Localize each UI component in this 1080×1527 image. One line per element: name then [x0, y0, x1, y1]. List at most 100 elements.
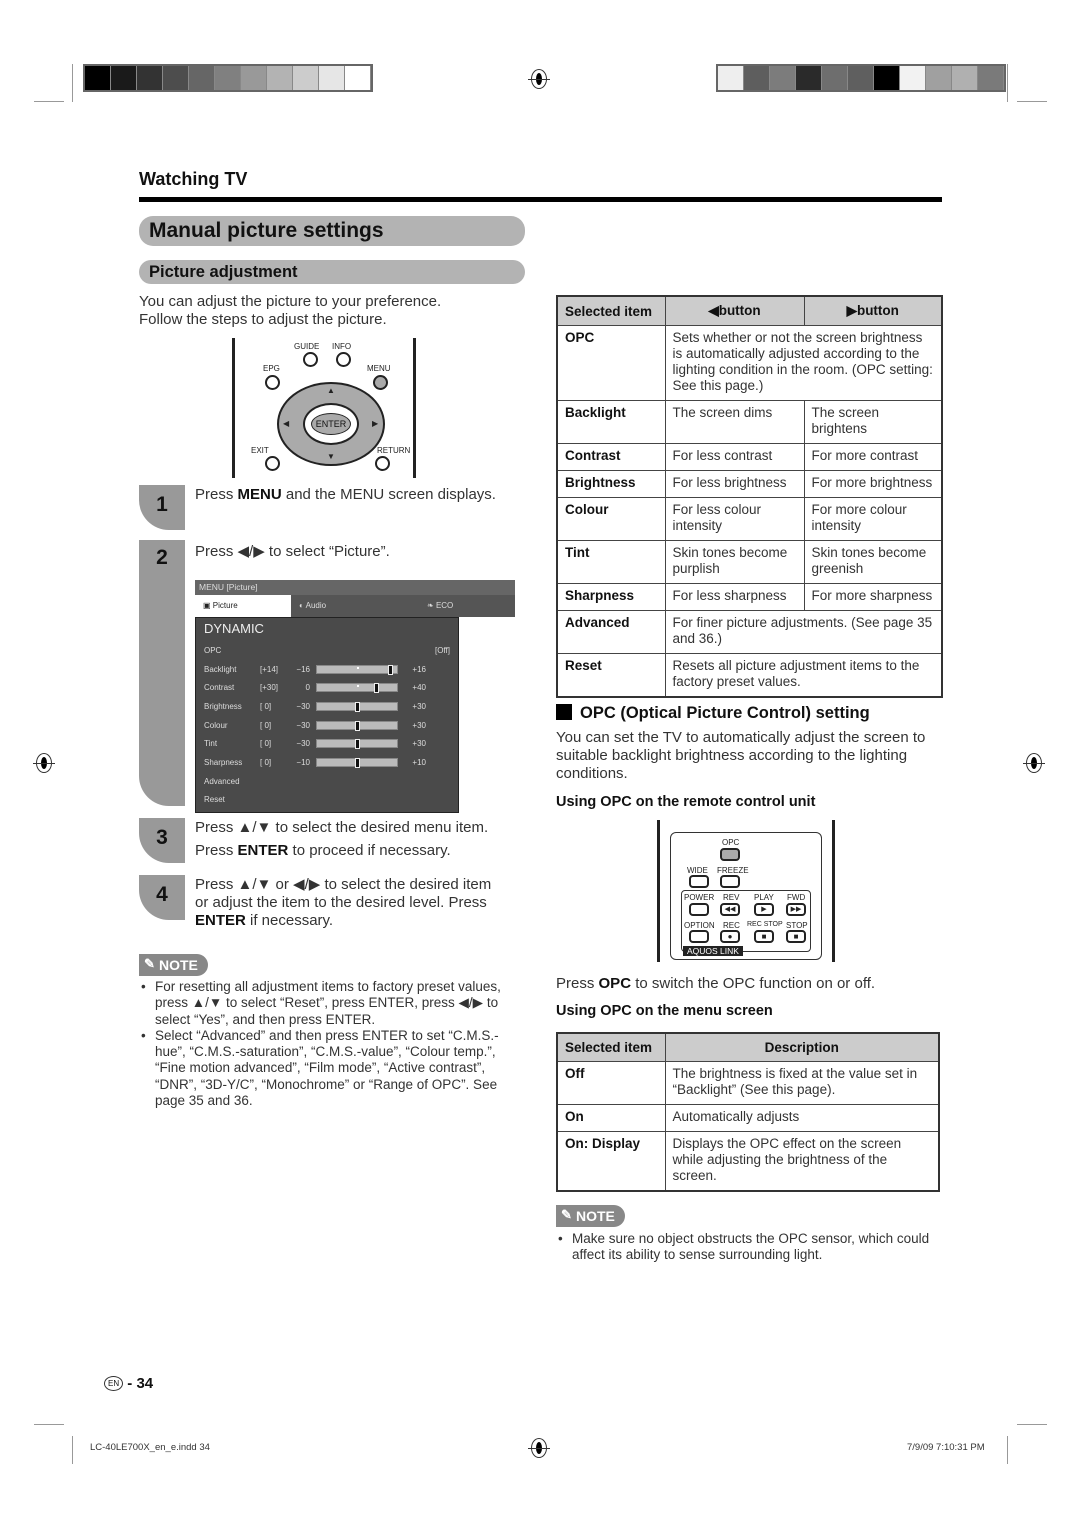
- aquos-link-label: AQUOS LINK: [683, 946, 743, 956]
- slider-max: +30: [412, 701, 426, 711]
- rewind-icon: ◀◀: [720, 903, 740, 916]
- color-swatch: [822, 66, 848, 90]
- tab-audio[interactable]: ◐ Audio: [291, 595, 387, 617]
- slider-track[interactable]: [316, 757, 398, 768]
- color-swatch: [952, 66, 978, 90]
- slider-track[interactable]: [316, 720, 398, 731]
- slider-label: Colour: [204, 720, 228, 730]
- slider-knob[interactable]: [355, 757, 360, 768]
- right-button-cell: Skin tones become greenish: [803, 540, 943, 584]
- menu-item-contrast[interactable]: Contrast [+30] 0 +40: [204, 678, 450, 697]
- menu-item-reset[interactable]: Reset: [204, 791, 450, 810]
- exit-label: EXIT: [251, 446, 269, 455]
- slider-min: −30: [296, 720, 310, 730]
- remote-illustration-opc: OPC WIDE FREEZE POWER REV PLAY FWD ◀◀ ▶ …: [657, 820, 835, 962]
- step-badge: 4: [139, 875, 185, 920]
- slider-current: [ 0]: [260, 739, 272, 749]
- column-header: ◀button: [664, 295, 805, 326]
- menu-item-backlight[interactable]: Backlight [+14] −16 +16: [204, 660, 450, 679]
- menu-item-opc[interactable]: OPC [Off]: [204, 641, 450, 660]
- info-button: [336, 352, 351, 367]
- step-badge: 3: [139, 818, 185, 863]
- slider-max: +10: [412, 757, 426, 767]
- crop-mark: [1007, 64, 1008, 102]
- color-swatch: [848, 66, 874, 90]
- slider-min: −10: [296, 757, 310, 767]
- color-swatch: [874, 66, 900, 90]
- column-header: ▶button: [803, 295, 943, 326]
- tab-picture[interactable]: ▣ Picture: [195, 595, 291, 617]
- slider-max: +16: [412, 664, 426, 674]
- remote-heading: Using OPC on the remote control unit: [556, 794, 816, 810]
- slider-current: [ 0]: [260, 757, 272, 767]
- step-4-line-2: or adjust the item to the desired level.…: [195, 894, 487, 911]
- slider-track[interactable]: [316, 739, 398, 750]
- slider-knob[interactable]: [355, 739, 360, 750]
- item-cell: Colour: [556, 497, 666, 541]
- menu-breadcrumb: MENU [Picture]: [195, 580, 515, 595]
- table-row: On Automatically adjusts: [556, 1104, 940, 1132]
- slider-knob[interactable]: [355, 701, 360, 712]
- step-4-line-3: ENTER if necessary.: [195, 912, 334, 929]
- audio-icon: ◐: [299, 601, 306, 610]
- right-button-cell: For more sharpness: [803, 583, 943, 611]
- step-1-text: Press MENU and the MENU screen displays.: [195, 486, 496, 503]
- menu-item-advanced[interactable]: Advanced: [204, 772, 450, 791]
- tab-eco[interactable]: ❧ ECO: [387, 595, 515, 617]
- registration-mark-icon: [33, 753, 55, 773]
- return-button: [375, 456, 390, 471]
- epg-label: EPG: [263, 364, 280, 373]
- item-cell: Backlight: [556, 400, 666, 444]
- slider-current: [ 0]: [260, 701, 272, 711]
- left-button-cell: For less contrast: [664, 443, 805, 471]
- menu-item-sharpness[interactable]: Sharpness [ 0] −10 +10: [204, 753, 450, 772]
- slider-track[interactable]: [316, 701, 398, 712]
- step-3-line-2: Press ENTER to proceed if necessary.: [195, 842, 451, 859]
- language-badge: EN: [104, 1376, 124, 1391]
- crop-mark: [72, 64, 73, 102]
- footer-filename: LC-40LE700X_en_e.indd 34: [90, 1442, 210, 1453]
- color-swatch: [978, 66, 1004, 90]
- description-cell: Sets whether or not the screen brightnes…: [664, 325, 943, 401]
- page-number: EN - 34: [104, 1375, 153, 1392]
- return-label: RETURN: [377, 446, 411, 455]
- color-swatch: [926, 66, 952, 90]
- stop-label: STOP: [786, 921, 808, 930]
- menu-label: MENU: [367, 364, 391, 373]
- color-swatch: [293, 66, 319, 90]
- table-row: Off The brightness is fixed at the value …: [556, 1061, 940, 1105]
- color-swatch: [718, 66, 744, 90]
- slider-knob[interactable]: [388, 664, 394, 675]
- intro-line-2: Follow the steps to adjust the picture.: [139, 311, 387, 328]
- slider-track[interactable]: [316, 683, 398, 694]
- rec-label: REC: [723, 921, 740, 930]
- menu-item-tint[interactable]: Tint [ 0] −30 +30: [204, 734, 450, 753]
- slider-label: Brightness: [204, 701, 242, 711]
- table-row: On: Display Displays the OPC effect on th…: [556, 1131, 940, 1192]
- section-header: Watching TV: [139, 169, 248, 189]
- step-2-text: Press ◀/▶ to select “Picture”.: [195, 543, 390, 560]
- menu-item-colour[interactable]: Colour [ 0] −30 +30: [204, 716, 450, 735]
- item-cell: Tint: [556, 540, 666, 584]
- footer-timestamp: 7/9/09 7:10:31 PM: [907, 1442, 985, 1453]
- menu-item-brightness[interactable]: Brightness [ 0] −30 +30: [204, 697, 450, 716]
- slider-track[interactable]: [316, 664, 398, 675]
- fwd-label: FWD: [787, 893, 806, 902]
- opc-section-title: OPC (Optical Picture Control) setting: [556, 704, 870, 723]
- opc-button: [720, 848, 740, 861]
- note-badge: NOTE: [139, 954, 208, 976]
- remote-illustration-top: GUIDE INFO EPG MENU ENTER ▲ ▼ ◀ ▶ EXIT R…: [232, 338, 416, 478]
- item-cell: Advanced: [556, 610, 666, 654]
- slider-knob[interactable]: [355, 720, 360, 731]
- column-header: Description: [664, 1032, 940, 1062]
- step-badge: 2: [139, 540, 185, 806]
- crop-mark: [1007, 1436, 1008, 1464]
- slider-label: Backlight: [204, 664, 237, 674]
- color-swatch: [900, 66, 926, 90]
- color-swatch: [345, 66, 371, 90]
- slider-current: [+14]: [260, 664, 279, 674]
- right-button-cell: The screen brightens: [803, 400, 943, 444]
- slider-knob[interactable]: [374, 683, 379, 694]
- page-title: Manual picture settings: [139, 216, 525, 246]
- slider-max: +30: [412, 720, 426, 730]
